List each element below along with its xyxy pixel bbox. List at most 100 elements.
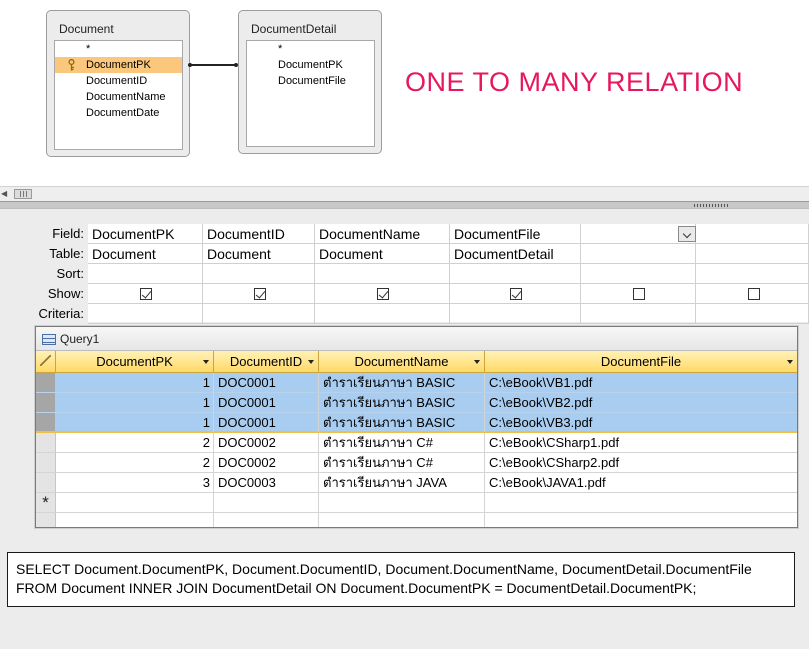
dropdown-arrow-icon[interactable] [203,360,209,364]
scroll-left-arrow-icon[interactable]: ◀ [1,189,10,199]
column-header-documentname[interactable]: DocumentName [319,351,485,373]
row-selector[interactable] [36,453,56,472]
cell-documentid[interactable]: DOC0002 [214,453,319,472]
grid-table-cell[interactable] [581,244,696,264]
grid-sort-cell[interactable] [696,264,809,284]
grid-field-cell[interactable]: DocumentID [203,224,315,244]
grid-table-cell[interactable]: DocumentDetail [450,244,581,264]
field-documentdate[interactable]: DocumentDate [55,105,182,121]
cell-empty[interactable] [485,493,797,512]
table-row[interactable]: 3 DOC0003 ตำราเรียนภาษา JAVA C:\eBook\JA… [36,473,797,493]
show-checkbox[interactable] [254,288,266,300]
column-header-documentfile[interactable]: DocumentFile [485,351,797,373]
cell-documentpk[interactable]: 1 [56,373,214,392]
cell-documentpk[interactable]: 2 [56,433,214,452]
show-checkbox[interactable] [748,288,760,300]
grid-sort-cell[interactable] [450,264,581,284]
new-record-marker[interactable]: * [36,493,56,512]
cell-documentname[interactable]: ตำราเรียนภาษา BASIC [319,373,485,392]
cell-empty[interactable] [214,493,319,512]
grid-sort-cell[interactable] [88,264,203,284]
query1-datasheet-window[interactable]: Query1 DocumentPK DocumentID DocumentNam… [35,326,798,528]
grid-criteria-cell[interactable] [696,304,809,324]
cell-documentfile[interactable]: C:\eBook\CSharp2.pdf [485,453,797,472]
grid-sort-cell[interactable] [581,264,696,284]
cell-documentpk[interactable]: 1 [56,413,214,432]
grid-field-cell[interactable]: DocumentFile [450,224,581,244]
cell-documentid[interactable]: DOC0003 [214,473,319,492]
table-row[interactable]: 1 DOC0001 ตำราเรียนภาษา BASIC C:\eBook\V… [36,373,797,393]
pane-splitter[interactable] [0,201,809,209]
cell-empty[interactable] [56,493,214,512]
cell-documentfile[interactable]: C:\eBook\VB1.pdf [485,373,797,392]
cell-documentfile[interactable]: C:\eBook\VB2.pdf [485,393,797,412]
row-selector[interactable] [36,473,56,492]
show-checkbox[interactable] [377,288,389,300]
row-selector[interactable] [36,433,56,452]
table-box-document[interactable]: Document * DocumentPK DocumentID Documen… [46,10,190,157]
column-header-documentpk[interactable]: DocumentPK [56,351,214,373]
grid-criteria-cell[interactable] [315,304,450,324]
table-box-documentdetail[interactable]: DocumentDetail * DocumentPK DocumentFile [238,10,382,154]
horizontal-scrollbar[interactable]: ◀ [0,186,809,201]
table-row[interactable]: 2 DOC0002 ตำราเรียนภาษา C# C:\eBook\CSha… [36,453,797,473]
grid-field-cell[interactable] [696,224,809,244]
dropdown-arrow-icon[interactable] [474,360,480,364]
cell-documentid[interactable]: DOC0001 [214,393,319,412]
dropdown-arrow-icon[interactable] [308,360,314,364]
field-list-documentdetail[interactable]: * DocumentPK DocumentFile [246,40,375,147]
field-documentpk[interactable]: DocumentPK [55,57,182,73]
grid-criteria-cell[interactable] [203,304,315,324]
row-selector[interactable] [36,373,56,392]
cell-documentpk[interactable]: 2 [56,453,214,472]
show-checkbox[interactable] [140,288,152,300]
grid-field-cell[interactable]: DocumentPK [88,224,203,244]
dropdown-arrow-icon[interactable] [787,360,793,364]
cell-documentid[interactable]: DOC0002 [214,433,319,452]
field-documentpk[interactable]: DocumentPK [247,57,374,73]
cell-documentid[interactable]: DOC0001 [214,413,319,432]
new-record-row[interactable]: * [36,493,797,513]
splitter-grip-icon[interactable] [694,204,730,207]
design-grid[interactable]: DocumentPK Document DocumentID Document … [88,224,809,324]
query-window-titlebar[interactable]: Query1 [36,327,797,351]
table-diagram-pane[interactable]: Document * DocumentPK DocumentID Documen… [0,0,809,186]
cell-documentfile[interactable]: C:\eBook\VB3.pdf [485,413,797,432]
grid-criteria-cell[interactable] [450,304,581,324]
table-row[interactable]: 1 DOC0001 ตำราเรียนภาษา BASIC C:\eBook\V… [36,413,797,433]
show-checkbox[interactable] [510,288,522,300]
field-documentfile[interactable]: DocumentFile [247,73,374,89]
relationship-line[interactable] [188,63,238,67]
field-list-document[interactable]: * DocumentPK DocumentID DocumentName Doc… [54,40,183,150]
table-row[interactable]: 1 DOC0001 ตำราเรียนภาษา BASIC C:\eBook\V… [36,393,797,413]
row-selector[interactable] [36,413,56,431]
field-star[interactable]: * [55,41,182,57]
cell-documentname[interactable]: ตำราเรียนภาษา C# [319,433,485,452]
select-all-corner[interactable] [36,351,56,373]
field-star[interactable]: * [247,41,374,57]
cell-empty[interactable] [319,493,485,512]
grid-sort-cell[interactable] [315,264,450,284]
cell-documentpk[interactable]: 1 [56,393,214,412]
grid-table-cell[interactable]: Document [203,244,315,264]
cell-documentid[interactable]: DOC0001 [214,373,319,392]
grid-criteria-cell[interactable] [88,304,203,324]
cell-documentfile[interactable]: C:\eBook\CSharp1.pdf [485,433,797,452]
grid-sort-cell[interactable] [203,264,315,284]
field-documentid[interactable]: DocumentID [55,73,182,89]
grid-criteria-cell[interactable] [581,304,696,324]
grid-table-cell[interactable]: Document [88,244,203,264]
grid-table-cell[interactable]: Document [315,244,450,264]
cell-documentpk[interactable]: 3 [56,473,214,492]
cell-documentfile[interactable]: C:\eBook\JAVA1.pdf [485,473,797,492]
field-documentname[interactable]: DocumentName [55,89,182,105]
grid-field-cell[interactable]: DocumentName [315,224,450,244]
table-row[interactable]: 2 DOC0002 ตำราเรียนภาษา C# C:\eBook\CSha… [36,433,797,453]
chevron-down-icon[interactable] [678,226,696,242]
row-selector[interactable] [36,393,56,412]
scrollbar-thumb[interactable] [14,189,32,199]
cell-documentname[interactable]: ตำราเรียนภาษา BASIC [319,413,485,432]
grid-table-cell[interactable] [696,244,809,264]
sql-statement-box[interactable]: SELECT Document.DocumentPK, Document.Doc… [7,552,795,607]
cell-documentname[interactable]: ตำราเรียนภาษา JAVA [319,473,485,492]
